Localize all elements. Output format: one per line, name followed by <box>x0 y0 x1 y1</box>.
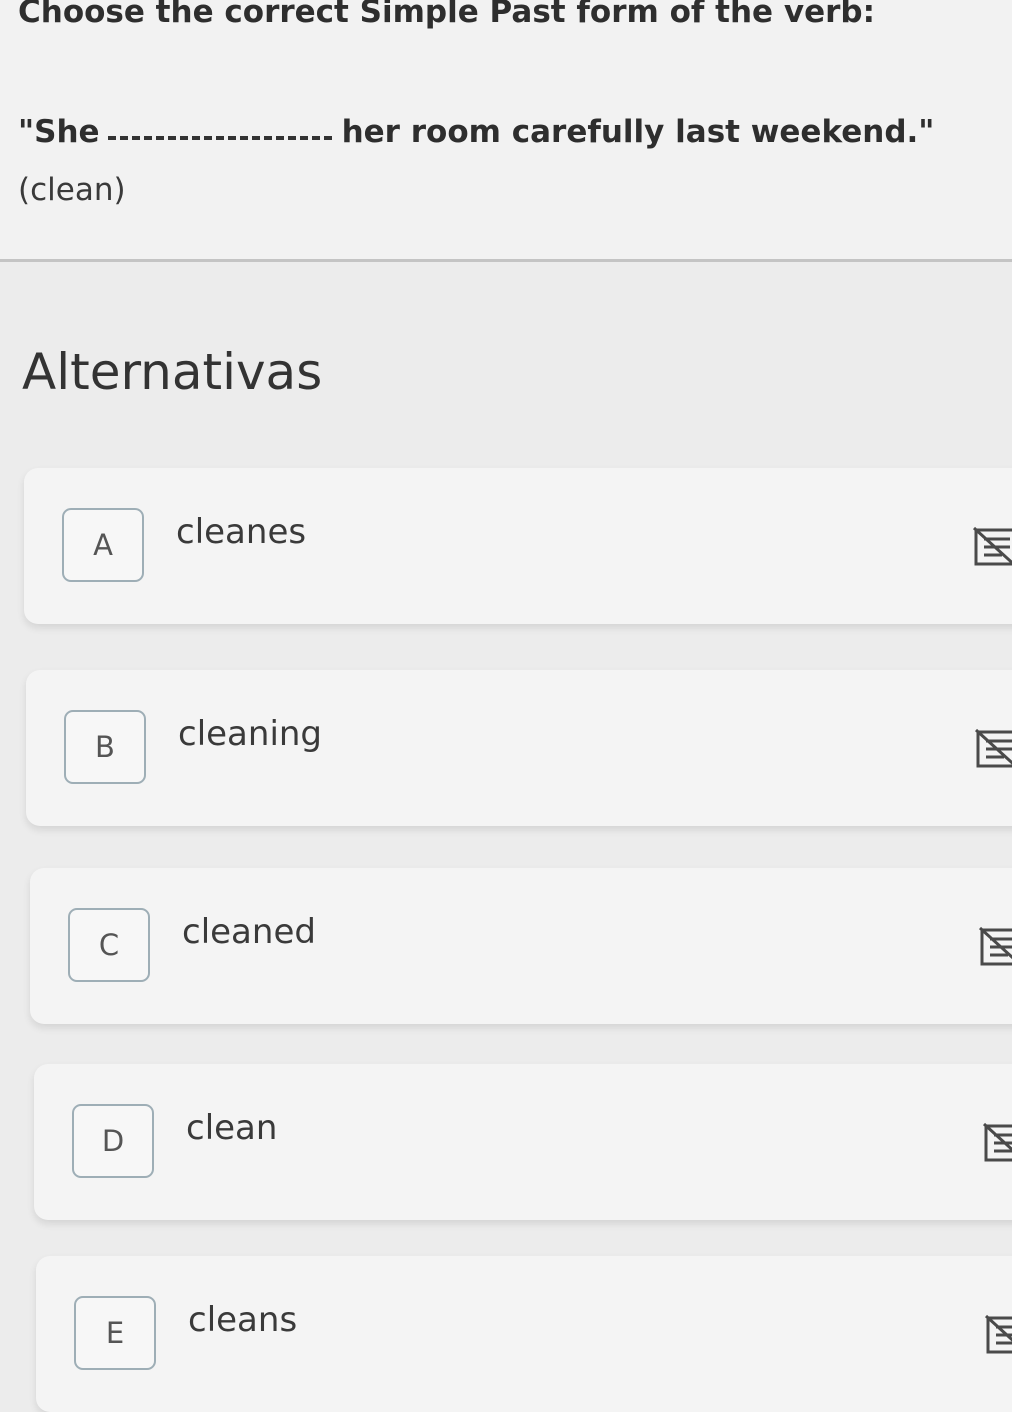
option-text: cleaned <box>182 912 316 952</box>
sentence-end: her room carefully last weekend." <box>341 114 935 150</box>
option-letter-badge: D <box>72 1104 154 1178</box>
strikethrough-icon[interactable] <box>974 726 1012 774</box>
option-letter-badge: C <box>68 908 150 982</box>
option-text: cleaning <box>178 714 323 754</box>
strikethrough-icon[interactable] <box>972 524 1012 572</box>
option-b[interactable]: B cleaning <box>26 670 1012 826</box>
option-text: clean <box>186 1108 278 1148</box>
option-d[interactable]: D clean <box>34 1064 1012 1220</box>
strikethrough-icon[interactable] <box>982 1120 1012 1168</box>
alternatives-heading: Alternativas <box>22 343 323 401</box>
strikethrough-icon[interactable] <box>984 1312 1012 1360</box>
answer-blank <box>107 136 332 140</box>
option-letter-badge: E <box>74 1296 156 1370</box>
question-sentence: "She her room carefully last weekend." <box>18 114 934 150</box>
question-title: Choose the correct Simple Past form of t… <box>18 0 875 30</box>
verb-hint: (clean) <box>18 172 126 208</box>
option-e[interactable]: E cleans <box>36 1256 1012 1412</box>
question-panel: Choose the correct Simple Past form of t… <box>0 0 1012 262</box>
option-text: cleanes <box>176 512 307 552</box>
option-text: cleans <box>188 1300 298 1340</box>
option-c[interactable]: C cleaned <box>30 868 1012 1024</box>
option-letter-badge: B <box>64 710 146 784</box>
sentence-start: "She <box>18 114 100 150</box>
option-letter-badge: A <box>62 508 144 582</box>
option-a[interactable]: A cleanes <box>24 468 1012 624</box>
strikethrough-icon[interactable] <box>978 924 1012 972</box>
